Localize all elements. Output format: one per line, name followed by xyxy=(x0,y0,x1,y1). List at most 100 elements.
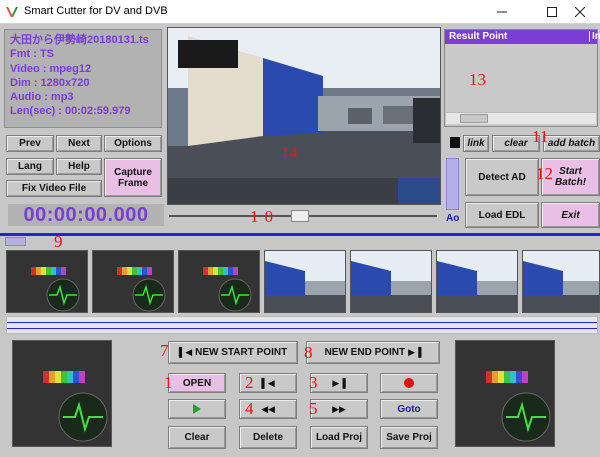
close-icon xyxy=(575,7,585,17)
close-button[interactable] xyxy=(560,0,600,24)
thumbnail-3[interactable] xyxy=(178,250,260,313)
annotation-11: 11 xyxy=(532,127,549,146)
ao-label: Ao xyxy=(446,213,460,224)
file-name: 大田から伊勢崎20180131.ts xyxy=(10,34,149,46)
annotation-2: 2 xyxy=(245,373,254,392)
result-point-list[interactable]: Result Point In xyxy=(444,29,600,127)
annotation-13: 13 xyxy=(469,70,486,89)
add-batch-button[interactable]: add batch xyxy=(543,135,600,152)
skip-to-start-icon: ▌◀ xyxy=(178,347,193,357)
video-length: Len(sec) : 00:02:59.979 xyxy=(10,105,131,118)
annotation-3: 3 xyxy=(309,373,318,392)
thumbnail-1[interactable] xyxy=(6,250,88,313)
store-frame-image xyxy=(523,251,599,312)
window-title: Smart Cutter for DV and DVB xyxy=(24,5,168,17)
exit-button[interactable]: Exit xyxy=(541,202,600,228)
timeline-bar xyxy=(0,233,600,236)
play-icon xyxy=(193,404,201,414)
new-start-point-button[interactable]: ▌◀ NEW START POINT xyxy=(168,341,298,364)
annotation-12: 12 xyxy=(536,164,553,183)
skip-to-end-icon: ▶▐ xyxy=(408,347,422,357)
seek-thumb[interactable] xyxy=(291,210,309,222)
detect-ad-button[interactable]: Detect AD xyxy=(465,158,539,196)
fix-video-file-button[interactable]: Fix Video File xyxy=(6,180,102,197)
store-frame-image xyxy=(437,251,517,312)
result-list-hscroll[interactable] xyxy=(446,112,596,124)
thumbnail-strip[interactable] xyxy=(0,249,600,315)
test-pattern-image xyxy=(7,251,87,312)
file-format: Fmt : TS xyxy=(10,48,54,61)
link-checkbox[interactable] xyxy=(450,137,460,148)
annotation-1: 1 xyxy=(164,373,173,392)
options-button[interactable]: Options xyxy=(104,135,162,152)
rewind-icon: ◀◀ xyxy=(261,403,275,414)
annotation-14: 14 xyxy=(281,143,298,162)
app-logo-icon xyxy=(6,7,18,17)
frame-forward-button[interactable]: ▶▐ xyxy=(310,373,368,393)
new-end-point-button[interactable]: NEW END POINT ▶▐ xyxy=(306,341,440,364)
lang-button[interactable]: Lang xyxy=(6,158,54,175)
thumbnail-2[interactable] xyxy=(92,250,174,313)
capture-frame-button[interactable]: Capture Frame xyxy=(104,158,162,197)
new-start-point-label: NEW START POINT xyxy=(195,347,288,358)
annotation-7: 7 xyxy=(160,341,169,360)
next-button[interactable]: Next xyxy=(56,135,102,152)
thumbnail-7[interactable] xyxy=(522,250,600,313)
load-edl-button[interactable]: Load EDL xyxy=(465,202,539,228)
delete-button[interactable]: Delete xyxy=(239,426,297,449)
store-frame-image xyxy=(265,251,345,312)
seek-bar[interactable] xyxy=(167,209,439,223)
annotation-10: 10 xyxy=(250,207,279,226)
test-pattern-image xyxy=(456,341,554,446)
save-project-button[interactable]: Save Proj xyxy=(380,426,438,449)
timecode-display: 00:00:00.000 xyxy=(8,204,164,226)
minimize-icon xyxy=(497,11,507,13)
annotation-9: 9 xyxy=(54,232,63,251)
in-column[interactable]: In xyxy=(589,31,600,42)
audio-level-bar xyxy=(446,158,459,210)
test-pattern-image xyxy=(13,341,111,446)
end-point-preview xyxy=(455,340,555,447)
result-list-scroll-thumb[interactable] xyxy=(460,114,488,123)
annotation-5: 5 xyxy=(309,399,318,418)
result-point-column[interactable]: Result Point xyxy=(449,31,507,42)
thumbnail-4[interactable] xyxy=(264,250,346,313)
goto-button[interactable]: Goto xyxy=(380,399,438,419)
load-project-button[interactable]: Load Proj xyxy=(310,426,368,449)
frame-forward-icon: ▶▐ xyxy=(332,377,346,388)
app-window: Smart Cutter for DV and DVB 大田から伊勢崎20180… xyxy=(0,0,600,457)
start-point-preview xyxy=(12,340,112,447)
video-dimensions: Dim : 1280x720 xyxy=(10,76,90,89)
record-button[interactable] xyxy=(380,373,438,393)
minimize-button[interactable] xyxy=(482,0,522,24)
video-codec: Video : mpeg12 xyxy=(10,62,92,75)
test-pattern-image xyxy=(179,251,259,312)
store-frame-image xyxy=(351,251,431,312)
thumbnail-strip-scrollbar[interactable] xyxy=(6,316,598,334)
fast-forward-icon: ▶▶ xyxy=(332,403,346,414)
open-button[interactable]: OPEN xyxy=(168,373,226,393)
link-button[interactable]: link xyxy=(463,135,489,152)
new-end-point-label: NEW END POINT xyxy=(324,347,406,358)
file-info-panel: 大田から伊勢崎20180131.ts Fmt : TS Video : mpeg… xyxy=(4,29,162,128)
help-button[interactable]: Help xyxy=(56,158,102,175)
video-preview xyxy=(167,27,441,205)
audio-codec: Audio : mp3 xyxy=(10,91,74,104)
thumbnail-6[interactable] xyxy=(436,250,518,313)
annotation-4: 4 xyxy=(245,399,254,418)
title-bar: Smart Cutter for DV and DVB xyxy=(0,0,600,24)
timeline-position-slider[interactable] xyxy=(5,237,26,246)
strip-scroll-track xyxy=(7,322,597,329)
annotation-8: 8 xyxy=(304,343,313,362)
test-pattern-image xyxy=(93,251,173,312)
play-button[interactable] xyxy=(168,399,226,419)
clear-button[interactable]: Clear xyxy=(168,426,226,449)
video-frame-image xyxy=(168,28,440,204)
record-icon xyxy=(404,378,414,388)
result-list-header: Result Point In xyxy=(445,30,600,44)
frame-back-icon: ▌◀ xyxy=(261,377,275,388)
fast-forward-button[interactable]: ▶▶ xyxy=(310,399,368,419)
maximize-icon xyxy=(547,7,557,17)
prev-button[interactable]: Prev xyxy=(6,135,54,152)
thumbnail-5[interactable] xyxy=(350,250,432,313)
